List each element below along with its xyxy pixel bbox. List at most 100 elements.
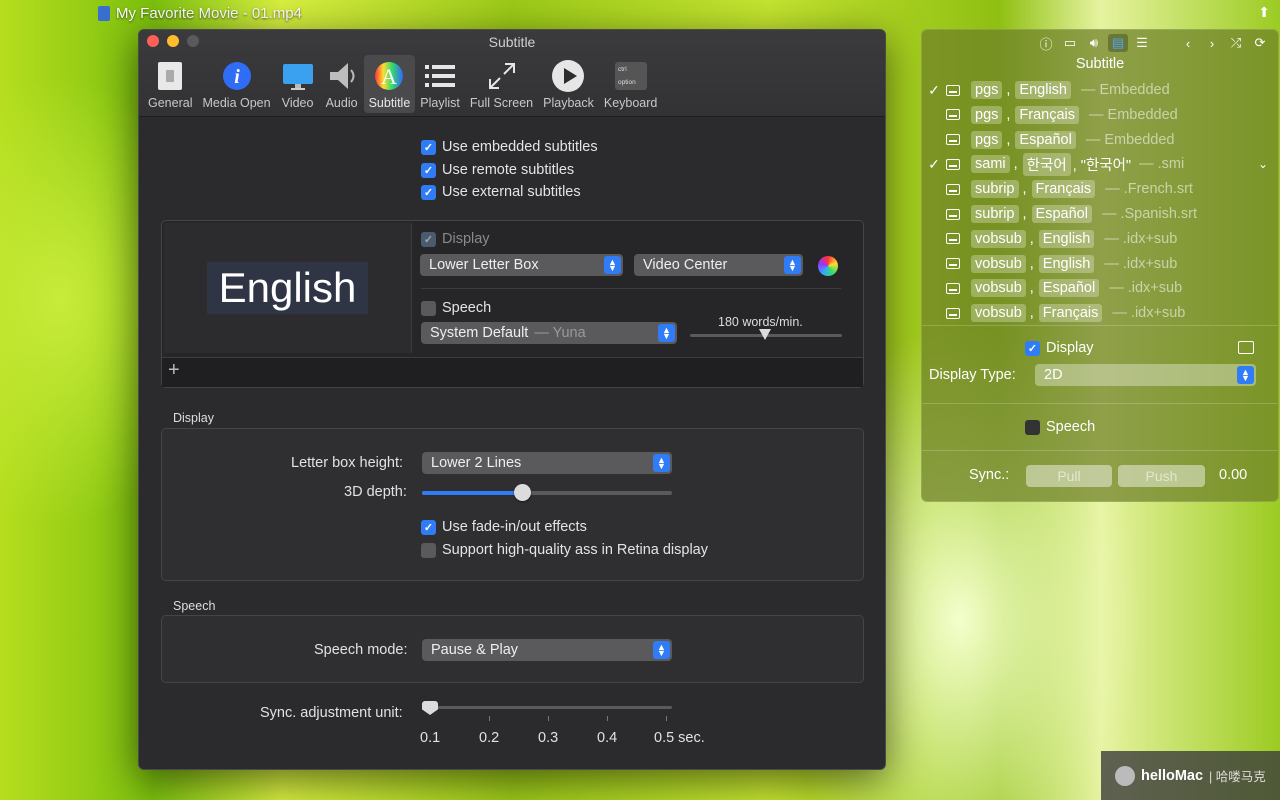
svg-text:i: i [234,66,240,88]
screen-icon[interactable]: ▭ [1060,34,1080,52]
subtitle-track-icon [946,109,960,121]
svg-text:A: A [381,64,397,89]
tab-video[interactable]: Video [276,55,320,113]
subtitle-track-row[interactable]: subrip, Français — .French.srt [922,177,1278,201]
tab-label: Media Open [202,96,271,110]
use-remote-checkbox[interactable]: ✓ Use remote subtitles [421,162,574,178]
color-picker-icon[interactable] [818,256,838,276]
select-arrows-icon: ▲ ▼ [604,256,621,274]
shuffle-icon[interactable]: ⤮ [1226,34,1246,52]
high-quality-ass-checkbox[interactable]: Support high-quality ass in Retina displ… [421,542,708,558]
subtitle-track-row[interactable]: subrip, Español — .Spanish.srt [922,202,1278,226]
sync-unit-thumb[interactable] [422,701,438,715]
track-check-icon: ✓ [928,155,940,172]
sync-pull-button[interactable]: Pull [1026,465,1112,487]
subtitle-preview-panel: English ✓ Display Lower Letter Box ▲ ▼ Vide… [161,220,864,388]
subtitle-track-row[interactable]: vobsub, English — .idx+sub [922,252,1278,276]
preview-sample-text: English [206,262,369,314]
speech-mode-select[interactable]: Pause & Play ▲ ▼ [422,639,672,661]
tab-keyboard[interactable]: ctrl option Keyboard [599,55,663,113]
info-icon[interactable]: ⓘ [1036,34,1056,52]
track-codec: pgs [971,81,1003,99]
sidebar-speech-checkbox[interactable]: Speech [1025,419,1095,435]
tab-label: Keyboard [603,96,658,110]
subtitle-track-row[interactable]: vobsub, English — .idx+sub [922,227,1278,251]
track-codec: pgs [971,105,1003,124]
chevron-down-icon[interactable]: ⌄ [1258,157,1268,171]
sync-unit-slider[interactable] [429,706,672,709]
playlist-icon[interactable]: ☰ [1132,34,1152,52]
speech-rate-thumb[interactable] [759,329,771,340]
subtitle-track-row[interactable]: vobsub, Français — .idx+sub [922,301,1278,325]
subtitle-track-icon [946,233,960,245]
tab-label: General [148,96,193,110]
subtitle-track-row[interactable]: pgs, Español — Embedded [922,128,1278,152]
tab-subtitle[interactable]: A Subtitle [363,55,416,113]
sidebar-sync-label: Sync.: [969,467,1010,483]
subtitle-icon: A [372,59,406,93]
sync-tick-label: 0.3 [538,730,559,746]
subtitle-track-row[interactable]: ✓ sami, 한국어, "한국어" — .smi ⌄ [922,152,1278,176]
track-source: — .smi [1139,156,1185,173]
subtitle-icon[interactable]: ▤ [1108,34,1128,52]
depth-slider-fill [422,491,522,495]
alignment-select[interactable]: Video Center ▲ ▼ [634,254,803,276]
preview-speech-checkbox[interactable]: Speech [421,300,491,316]
tab-playback[interactable]: Playback [538,55,599,113]
letter-box-select[interactable]: Lower 2 Lines ▲ ▼ [422,452,672,474]
title-bar: Subtitle General i Media Open Video Audi… [139,30,885,117]
tab-full-screen[interactable]: Full Screen [465,55,538,113]
chevron-left-icon[interactable]: ‹ [1178,34,1198,52]
chevron-right-icon[interactable]: › [1202,34,1222,52]
checkbox-label: Display [1046,340,1094,356]
subtitle-track-row[interactable]: ✓ pgs, English — Embedded [922,78,1278,102]
checkbox-label: Use embedded subtitles [442,139,598,155]
subtitle-track-row[interactable]: pgs, Français — Embedded [922,103,1278,127]
sidebar-display-checkbox[interactable]: ✓ Display [1025,340,1094,356]
speech-mode-label: Speech mode: [314,642,408,658]
select-value: Lower 2 Lines [431,455,522,471]
use-embedded-checkbox[interactable]: ✓ Use embedded subtitles [421,139,598,155]
subtitle-track-icon [946,134,960,146]
watermark-text: helloMac [1141,767,1204,784]
voice-select[interactable]: System Default — Yuna ▲ ▼ [421,322,677,344]
tab-media-open[interactable]: i Media Open [197,55,275,113]
watermark-suffix: | 哈喽马克 [1209,770,1266,784]
display-style-icon[interactable] [1238,341,1254,354]
add-button[interactable]: + [168,359,180,382]
pin-icon[interactable]: ⬆ [1258,4,1270,21]
select-value: System Default [430,325,529,341]
fade-effects-checkbox[interactable]: ✓ Use fade-in/out effects [421,519,587,535]
sidebar-toolbar: ⓘ ▭ 🔊︎ ▤ ☰ ‹ › ⤮ ⟳ [922,30,1278,56]
select-value: Video Center [643,257,728,273]
depth-label: 3D depth: [344,484,407,500]
track-language: 한국어 [1022,152,1071,176]
track-source: — Embedded [1080,82,1170,98]
track-codec: vobsub [971,229,1026,248]
track-language: Español [1015,130,1076,149]
select-arrows-icon: ▲ ▼ [653,454,670,472]
sync-push-button[interactable]: Push [1118,465,1205,487]
tab-audio[interactable]: Audio [320,55,364,113]
fullscreen-icon [485,59,519,93]
video-title-text: My Favorite Movie - 01.mp4 [116,5,302,22]
general-icon [153,59,187,93]
tab-general[interactable]: General [143,55,197,113]
display-type-select[interactable]: 2D ▲ ▼ [1035,364,1256,386]
tab-label: Video [281,96,314,110]
repeat-icon[interactable]: ⟳ [1250,34,1270,52]
track-language: English [1015,81,1071,99]
depth-slider-thumb[interactable] [514,484,531,501]
preview-display-checkbox[interactable]: ✓ Display [421,231,490,247]
track-source: — .idx+sub [1104,230,1178,247]
subtitle-sidebar: ⓘ ▭ 🔊︎ ▤ ☰ ‹ › ⤮ ⟳ Subtitle ✓ pgs, English… [921,29,1279,502]
list-icon [423,59,457,93]
select-value: Pause & Play [431,642,519,658]
use-external-checkbox[interactable]: ✓ Use external subtitles [421,184,581,200]
tab-playlist[interactable]: Playlist [415,55,465,113]
track-codec: vobsub [971,254,1026,273]
position-select[interactable]: Lower Letter Box ▲ ▼ [420,254,623,276]
subtitle-track-row[interactable]: vobsub, Español — .idx+sub [922,276,1278,300]
volume-icon[interactable]: 🔊︎ [1084,34,1104,52]
track-source: — Embedded [1089,106,1178,123]
